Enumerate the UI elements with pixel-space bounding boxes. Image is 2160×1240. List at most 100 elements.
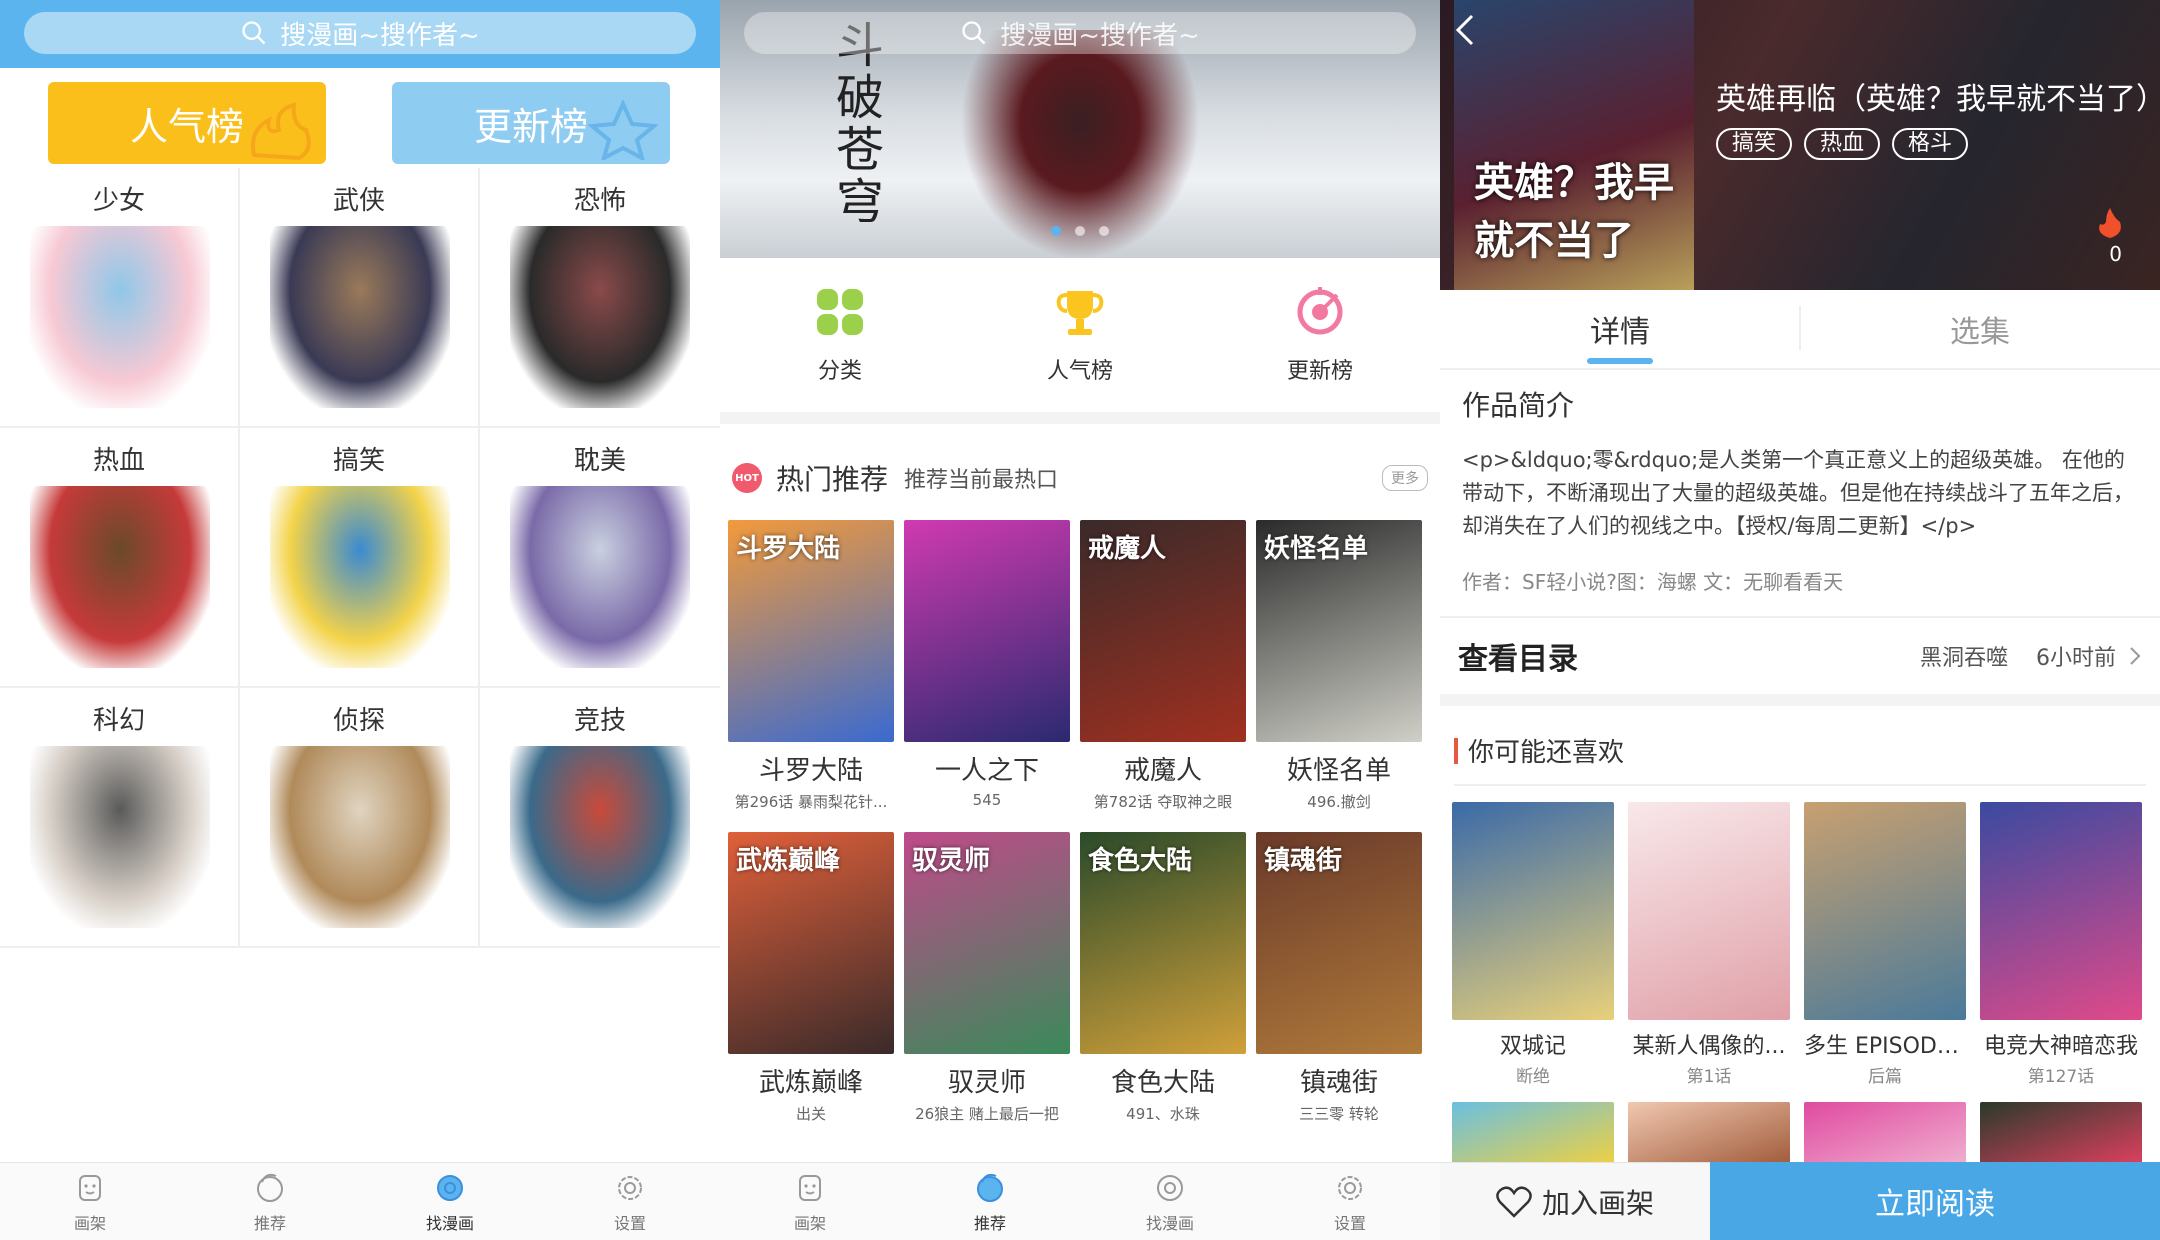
nav-item-recommend[interactable]: 推荐 [900,1163,1080,1240]
swordsman-art [270,226,450,408]
girl-art [30,226,210,408]
find-icon [437,1174,463,1201]
find-comics-screen: 搜漫画~搜作者~ 人气榜 更新榜 少女 武侠 恐怖热血 搞笑 耽美科幻 侦探 竞技 画架 推荐… [0,0,720,1240]
comic-card[interactable]: 妖怪名单 妖怪名单 496.撤剑 [1256,520,1422,812]
nav-item-find[interactable]: 找漫画 [360,1163,540,1240]
find-icon [1157,1174,1183,1201]
cover-title: 斗罗大陆 [736,534,841,564]
comic-name: 妖怪名单 [1286,756,1391,786]
genre-cell[interactable]: 搞笑 [240,428,480,688]
popular-ranking-label: 人气榜 [129,104,244,149]
comic-card[interactable]: 镇魂街 镇魂街 三三零 转轮 [1256,832,1422,1124]
category-icon [817,289,863,335]
back-icon[interactable] [1450,12,1480,48]
tag[interactable]: 搞笑 [1716,128,1793,160]
genre-cell[interactable]: 热血 [0,428,240,688]
read-now-button[interactable]: 立即阅读 [1710,1162,2160,1240]
detail-header: 英雄？我早就不当了 英雄再临（英雄？我早就不当了） 搞笑 热血 格斗 0 [1440,0,2160,290]
cover-title: 食色大陆 [1088,846,1193,876]
genre-cell[interactable]: 侦探 [240,688,480,948]
hotblood-art [30,486,210,668]
latest-episode: 第1话 [1686,1067,1732,1087]
comic-cover: 妖怪名单 [1256,520,1422,742]
heading-accent-bar [1454,737,1458,764]
carousel-dot[interactable] [1051,226,1061,236]
comic-cover[interactable] [1452,1102,1614,1166]
search-icon [962,21,986,45]
genre-label: 搞笑 [332,446,385,476]
comic-card[interactable]: 戒魔人 戒魔人 第782话 夺取神之眼 [1080,520,1246,812]
carousel-dot[interactable] [1099,226,1109,236]
genre-cell[interactable]: 竞技 [480,688,720,948]
comic-name: 斗罗大陆 [758,756,863,786]
comic-cover: 戒魔人 [1080,520,1246,742]
tag[interactable]: 热血 [1804,128,1881,160]
nav-item-settings[interactable]: 设置 [540,1163,720,1240]
comic-cover: 武炼巅峰 [728,832,894,1054]
tag-list: 搞笑 热血 格斗 [1716,128,1969,160]
nav-item-shelf[interactable]: 画架 [0,1163,180,1240]
comic-name: 戒魔人 [1123,756,1202,786]
comic-cover[interactable] [1804,1102,1966,1166]
banner-carousel[interactable]: 斗破苍穹 搜漫画~搜作者~ [720,0,1440,258]
comic-cover[interactable] [1980,1102,2142,1166]
comic-card[interactable]: 驭灵师 驭灵师 26狼主 赌上最后一把 [904,832,1070,1124]
hot-title: 热门推荐 [776,463,889,496]
nav-label: 找漫画 [425,1213,474,1233]
latest-episode: 三三零 转轮 [1299,1105,1379,1123]
quick-popular[interactable]: 人气榜 [960,258,1200,412]
nav-item-settings[interactable]: 设置 [1260,1163,1440,1240]
catalog-row[interactable]: 查看目录 黑洞吞噬 6小时前 [1440,616,2160,706]
quick-category[interactable]: 分类 [720,258,960,412]
genre-cell[interactable]: 少女 [0,168,240,428]
genre-label: 恐怖 [573,186,626,216]
popularity-count: 0 [2109,242,2122,266]
comic-card[interactable]: 武炼巅峰 武炼巅峰 出关 [728,832,894,1124]
settings-icon [618,1175,642,1200]
genre-cell[interactable]: 武侠 [240,168,480,428]
genre-cell[interactable]: 恐怖 [480,168,720,428]
comic-name: 驭灵师 [947,1068,1026,1098]
comic-cover: 镇魂街 [1256,832,1422,1054]
similar-comic-card[interactable]: 某新人偶像的... 第1话 [1628,802,1790,1087]
comic-cover [1980,802,2142,1020]
comic-cover[interactable] [1628,1102,1790,1166]
genre-cell[interactable]: 科幻 [0,688,240,948]
comic-card[interactable]: 一人之下 545 [904,520,1070,812]
hot-subtitle: 推荐当前最热口 [904,468,1059,493]
tab-divider [1799,306,1801,350]
comic-cover [1452,802,1614,1020]
nav-item-shelf[interactable]: 画架 [720,1163,900,1240]
genre-cell[interactable]: 耽美 [480,428,720,688]
similar-comic-card[interactable]: 电竞大神暗恋我 第127话 [1980,802,2142,1087]
search-input[interactable]: 搜漫画~搜作者~ [744,12,1416,54]
bl-art [510,486,690,668]
similar-comic-card[interactable]: 双城记 断绝 [1452,802,1614,1087]
tag[interactable]: 格斗 [1892,128,1969,160]
quick-update[interactable]: 更新榜 [1200,258,1440,412]
similar-comic-card[interactable]: 多生 EPISODE ... 后篇 [1804,802,1966,1087]
carousel-dot[interactable] [1075,226,1085,236]
popular-ranking-button[interactable]: 人气榜 [48,82,326,164]
comic-card[interactable]: 食色大陆 食色大陆 491、水珠 [1080,832,1246,1124]
carousel-indicator [720,226,1440,236]
comic-cover [1628,802,1790,1020]
add-to-shelf-button[interactable]: 加入画架 [1440,1162,1710,1240]
comic-card[interactable]: 斗罗大陆 斗罗大陆 第296话 暴雨梨花针... [728,520,894,812]
tab-episodes[interactable]: 选集 [1800,290,2160,368]
divider [1454,784,2146,786]
tab-details[interactable]: 详情 [1440,290,1800,368]
search-icon [242,21,266,45]
comic-name: 某新人偶像的... [1632,1034,1786,1059]
flame-icon [251,102,311,160]
nav-item-recommend[interactable]: 推荐 [180,1163,360,1240]
latest-episode: 26狼主 赌上最后一把 [915,1105,1059,1123]
recommend-grid: 斗罗大陆 斗罗大陆 第296话 暴雨梨花针... 一人之下 545 戒魔人 戒魔人 第782话… [728,520,1432,1124]
update-ranking-button[interactable]: 更新榜 [392,82,670,164]
nav-item-find[interactable]: 找漫画 [1080,1163,1260,1240]
more-button[interactable]: 更多 [1382,465,1428,491]
heart-icon [1496,1185,1532,1218]
search-input[interactable]: 搜漫画~搜作者~ [24,12,696,54]
genre-label: 耽美 [573,446,626,476]
comic-name: 多生 EPISODE ... [1804,1034,1966,1059]
